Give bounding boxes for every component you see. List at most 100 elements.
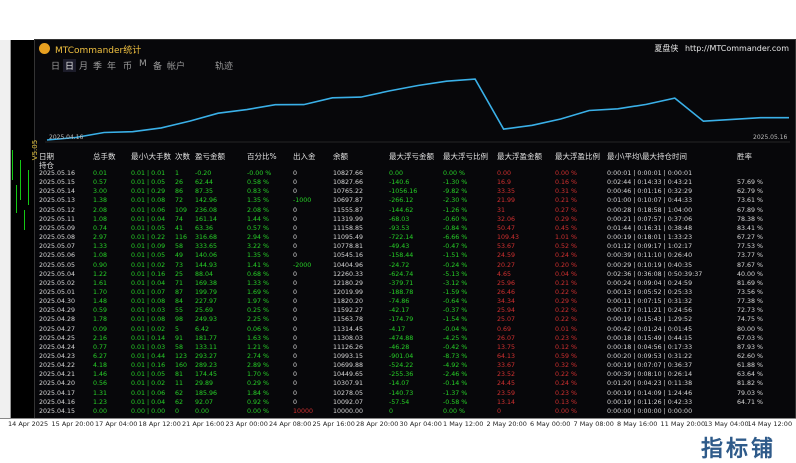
- table-cell: 0.01 | 0.05: [131, 252, 166, 260]
- time-axis-label: 14 Apr 2025: [8, 420, 49, 428]
- table-cell: 34.34: [497, 298, 516, 306]
- table-cell: 2025.05.07: [39, 243, 76, 251]
- tab-5[interactable]: 币: [123, 59, 132, 72]
- time-axis-label: 13 May 04:00: [704, 420, 749, 428]
- table-cell: 0:00:39 | 0:11:10 | 0:26:40: [607, 252, 693, 260]
- tab-0[interactable]: 日: [51, 59, 60, 72]
- table-cell: 0.01 | 0.09: [131, 243, 166, 251]
- table-cell: 81.82 %: [737, 380, 764, 388]
- table-cell: 4.18: [93, 362, 108, 370]
- tab-9[interactable]: 轨迹: [215, 59, 233, 72]
- tab-6[interactable]: M: [139, 59, 147, 69]
- table-cell: 10092.07: [333, 398, 364, 406]
- table-cell: 0.01 | 0.05: [131, 371, 166, 379]
- tab-4[interactable]: 年: [107, 59, 116, 72]
- table-cell: 0: [293, 343, 298, 351]
- site-link[interactable]: http://MTCommander.com: [685, 44, 789, 53]
- table-cell: 77.53 %: [737, 243, 764, 251]
- table-cell: 62: [175, 398, 184, 406]
- table-cell: 2025.04.16: [39, 398, 76, 406]
- table-cell: 1.84 %: [247, 389, 270, 397]
- table-cell: 3.22 %: [247, 243, 270, 251]
- tab-7[interactable]: 备: [153, 59, 162, 72]
- table-cell: 293.27: [195, 353, 218, 360]
- header-0: 日期 持仓: [39, 152, 54, 170]
- table-cell: 98: [175, 316, 184, 324]
- table-cell: 0: [293, 316, 298, 324]
- tab-1[interactable]: 日: [63, 59, 77, 72]
- header-7: 余额: [333, 152, 348, 161]
- table-cell: 0.01 | 0.29: [131, 188, 166, 196]
- table-cell: 2025.05.14: [39, 188, 76, 196]
- table-cell: 10827.66: [333, 170, 364, 177]
- table-cell: 0: [293, 362, 298, 370]
- table-cell: 1.78: [93, 316, 108, 324]
- table-cell: 0.01 | 0.04: [131, 279, 166, 287]
- table-cell: 0:02:44 | 0:14:33 | 0:43:21: [607, 179, 693, 187]
- table-cell: -624.74: [389, 270, 414, 278]
- equity-end-label: 2025.05.16: [753, 134, 788, 141]
- user-label: 夏盘侠: [654, 44, 679, 53]
- header-10: 最大浮盈金额: [497, 152, 542, 161]
- table-cell: -0.00 %: [247, 170, 272, 177]
- table-cell: 6.42: [195, 325, 210, 333]
- tab-3[interactable]: 季: [93, 59, 102, 72]
- table-cell: 116: [175, 234, 188, 242]
- time-axis-label: 28 Apr 20:00: [356, 420, 399, 428]
- table-cell: 0.01 | 0.08: [131, 197, 166, 205]
- table-cell: 10827.66: [333, 179, 364, 187]
- table-cell: 73: [175, 261, 184, 269]
- header-11: 最大浮盈比例: [555, 152, 600, 161]
- table-cell: 12019.99: [333, 288, 364, 296]
- table-cell: 0: [293, 398, 298, 406]
- table-cell: 1.08: [93, 215, 108, 223]
- table-cell: 0.01 | 0.02: [131, 380, 166, 388]
- table-cell: -3.12 %: [443, 279, 468, 287]
- table-cell: 29.89: [195, 380, 214, 388]
- table-cell: 2.94 %: [247, 234, 270, 242]
- table-cell: 10697.87: [333, 197, 364, 205]
- header-4: 盈亏金额: [195, 152, 225, 161]
- table-cell: 0:01:12 | 0:09:17 | 1:02:17: [607, 243, 693, 251]
- table-cell: 10699.88: [333, 362, 364, 370]
- table-cell: 24.59: [497, 252, 516, 260]
- table-cell: 0: [293, 234, 298, 242]
- table-cell: 1.48: [93, 298, 108, 306]
- table-cell: -1.59 %: [443, 288, 468, 296]
- table-cell: 1.46: [93, 371, 108, 379]
- tab-2[interactable]: 月: [79, 59, 88, 72]
- table-cell: 0:01:00 | 0:10:07 | 0:44:33: [607, 197, 693, 205]
- table-cell: 0.58 %: [247, 179, 270, 187]
- table-cell: 81.69 %: [737, 279, 764, 287]
- table-cell: 0: [389, 407, 394, 415]
- table-cell: 2.16: [93, 334, 108, 342]
- table-cell: 0:00:42 | 0:01:24 | 0:01:45: [607, 325, 693, 333]
- table-cell: 72: [175, 197, 184, 205]
- table-cell: 0.01 | 0.03: [131, 307, 166, 315]
- table-cell: 63.36: [195, 224, 214, 232]
- table-cell: 12260.33: [333, 270, 364, 278]
- table-cell: 2025.05.06: [39, 252, 76, 260]
- table-cell: 0.22 %: [555, 288, 578, 296]
- table-cell: -57.54: [389, 398, 410, 406]
- table-cell: 88.04: [195, 270, 214, 278]
- table-cell: 25.96: [497, 279, 516, 287]
- table-cell: 61.88 %: [737, 362, 764, 370]
- header-2: 最小\大手数: [131, 152, 172, 161]
- table-cell: 0.00: [497, 170, 512, 177]
- table-cell: 2.25 %: [247, 316, 270, 324]
- watermark-text: 指标铺: [700, 437, 776, 462]
- table-cell: 0.00 %: [443, 407, 466, 415]
- table-cell: 2025.04.28: [39, 316, 76, 324]
- table-cell: 0.01 | 0.05: [131, 179, 166, 187]
- header-3: 次数: [175, 152, 190, 161]
- table-cell: 316.68: [195, 234, 218, 242]
- table-cell: 0.06 %: [247, 325, 270, 333]
- table-cell: 2025.04.15: [39, 407, 76, 415]
- table-cell: 0.01: [93, 170, 108, 177]
- table-cell: 181.77: [195, 334, 218, 342]
- chart-top-area: [0, 0, 796, 40]
- tab-8[interactable]: 帐户: [167, 59, 185, 72]
- table-cell: 0.00 %: [555, 407, 578, 415]
- table-cell: 0.00 %: [555, 170, 578, 177]
